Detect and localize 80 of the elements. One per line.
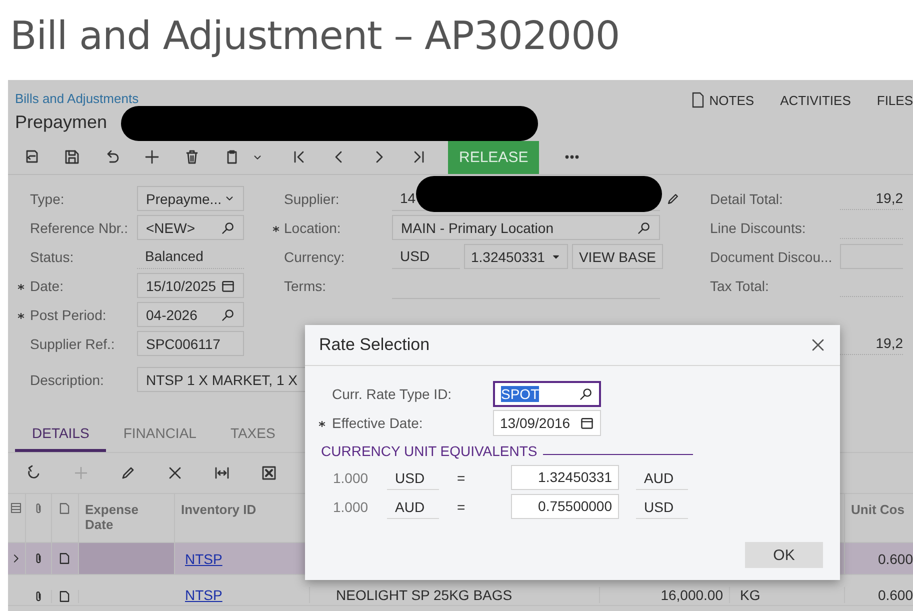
table-cell: 0.600 (878, 587, 913, 603)
field-label: Terms: (284, 278, 327, 294)
field-label: Currency: (284, 248, 346, 264)
save-icon[interactable] (64, 149, 80, 165)
date-field[interactable]: 13/09/2016 (493, 410, 601, 436)
ok-button[interactable]: OK (745, 542, 823, 568)
table-cell: NEOLIGHT SP 25KG BAGS (336, 587, 512, 603)
tab[interactable]: DETAILS (15, 425, 106, 452)
delete-icon[interactable] (184, 149, 200, 165)
save-close-icon[interactable] (24, 149, 40, 165)
table-cell: KG (740, 587, 760, 603)
currency-field[interactable]: USD (392, 244, 460, 269)
description-field[interactable]: NTSP 1 X MARKET, 1 X (137, 367, 306, 392)
field-label: Description: (30, 372, 105, 388)
table-cell: 16,000.00 (660, 587, 723, 603)
field-label: Date: (30, 278, 64, 294)
edit-icon[interactable] (120, 465, 136, 481)
spreadsheet-icon[interactable] (261, 465, 277, 481)
amount-text: 1.000 (332, 498, 370, 514)
total-label: Detail Total: (710, 190, 784, 206)
fit-width-icon[interactable] (214, 465, 230, 481)
refresh-icon[interactable] (26, 465, 42, 481)
note-icon (691, 92, 706, 108)
type-select[interactable]: Prepayme... (137, 186, 244, 211)
header-link[interactable]: NOTES (691, 92, 754, 108)
rate-field[interactable]: 0.75500000 (511, 494, 619, 519)
field-label: Location: (284, 220, 342, 236)
add-icon[interactable] (144, 149, 160, 165)
field-label: Post Period: (30, 306, 108, 322)
note-icon (58, 502, 71, 515)
rate-dropdown[interactable]: 1.32450331 (464, 244, 568, 269)
rate-field[interactable]: 1.32450331 (511, 465, 619, 490)
note-icon[interactable] (58, 552, 71, 565)
calendar-icon[interactable] (221, 278, 235, 292)
lookup-field[interactable]: SPOT (493, 380, 601, 406)
pencil-icon[interactable] (666, 192, 680, 206)
field-value: Balanced (137, 244, 244, 269)
currency-code: USD (636, 494, 688, 518)
delete-icon[interactable] (167, 465, 183, 481)
total-value: 19,2 (840, 187, 903, 210)
currency-code: USD (387, 466, 439, 490)
total-label: Document Discou... (710, 248, 834, 264)
field-label: Type: (30, 190, 66, 206)
field-label: Supplier: (284, 190, 340, 206)
field-label: Status: (30, 248, 75, 264)
lookup-field[interactable]: <NEW> (137, 215, 244, 240)
field-label: Supplier Ref.: (30, 336, 116, 352)
input-field[interactable]: SPC006117 (137, 331, 244, 356)
header-link[interactable]: ACTIVITIES (780, 92, 851, 108)
inventory-link[interactable]: NTSP (185, 587, 222, 603)
equals-sign: = (456, 498, 466, 514)
amount-text: 1.000 (332, 470, 370, 486)
total-label: Tax Total: (710, 278, 770, 294)
search-icon[interactable] (579, 386, 593, 400)
search-icon[interactable] (221, 220, 235, 234)
field-label: Effective Date: (332, 414, 424, 430)
total-label: Line Discounts: (710, 220, 807, 236)
calendar-icon[interactable] (580, 416, 594, 430)
field-label: Curr. Rate Type ID: (332, 386, 453, 402)
section-title: CURRENCY UNIT EQUIVALENTS (321, 443, 538, 459)
note-icon[interactable] (58, 590, 71, 603)
dialog-title: Rate Selection (319, 335, 430, 355)
document-title: Prepaymen (15, 112, 108, 133)
close-icon[interactable] (810, 337, 826, 353)
date-field[interactable]: 15/10/2025 (137, 273, 244, 298)
equals-sign: = (456, 470, 466, 486)
lookup-field[interactable]: MAIN - Primary Location (392, 215, 660, 240)
inventory-link[interactable]: NTSP (185, 550, 222, 566)
currency-code: AUD (636, 466, 688, 490)
currency-code: AUD (387, 494, 439, 518)
table-cell: 0.600 (878, 550, 913, 566)
supplier-field[interactable]: 14 (400, 190, 416, 206)
page-title: Bill and Adjustment – AP302000 (9, 13, 621, 61)
columns-icon[interactable] (10, 502, 22, 514)
field-label: Reference Nbr.: (30, 220, 130, 236)
search-icon[interactable] (221, 308, 235, 322)
header-link[interactable]: FILES (876, 92, 913, 108)
search-icon[interactable] (637, 220, 651, 234)
lookup-field[interactable]: 04-2026 (137, 302, 244, 327)
view-base-button[interactable]: VIEW BASE (572, 244, 663, 269)
